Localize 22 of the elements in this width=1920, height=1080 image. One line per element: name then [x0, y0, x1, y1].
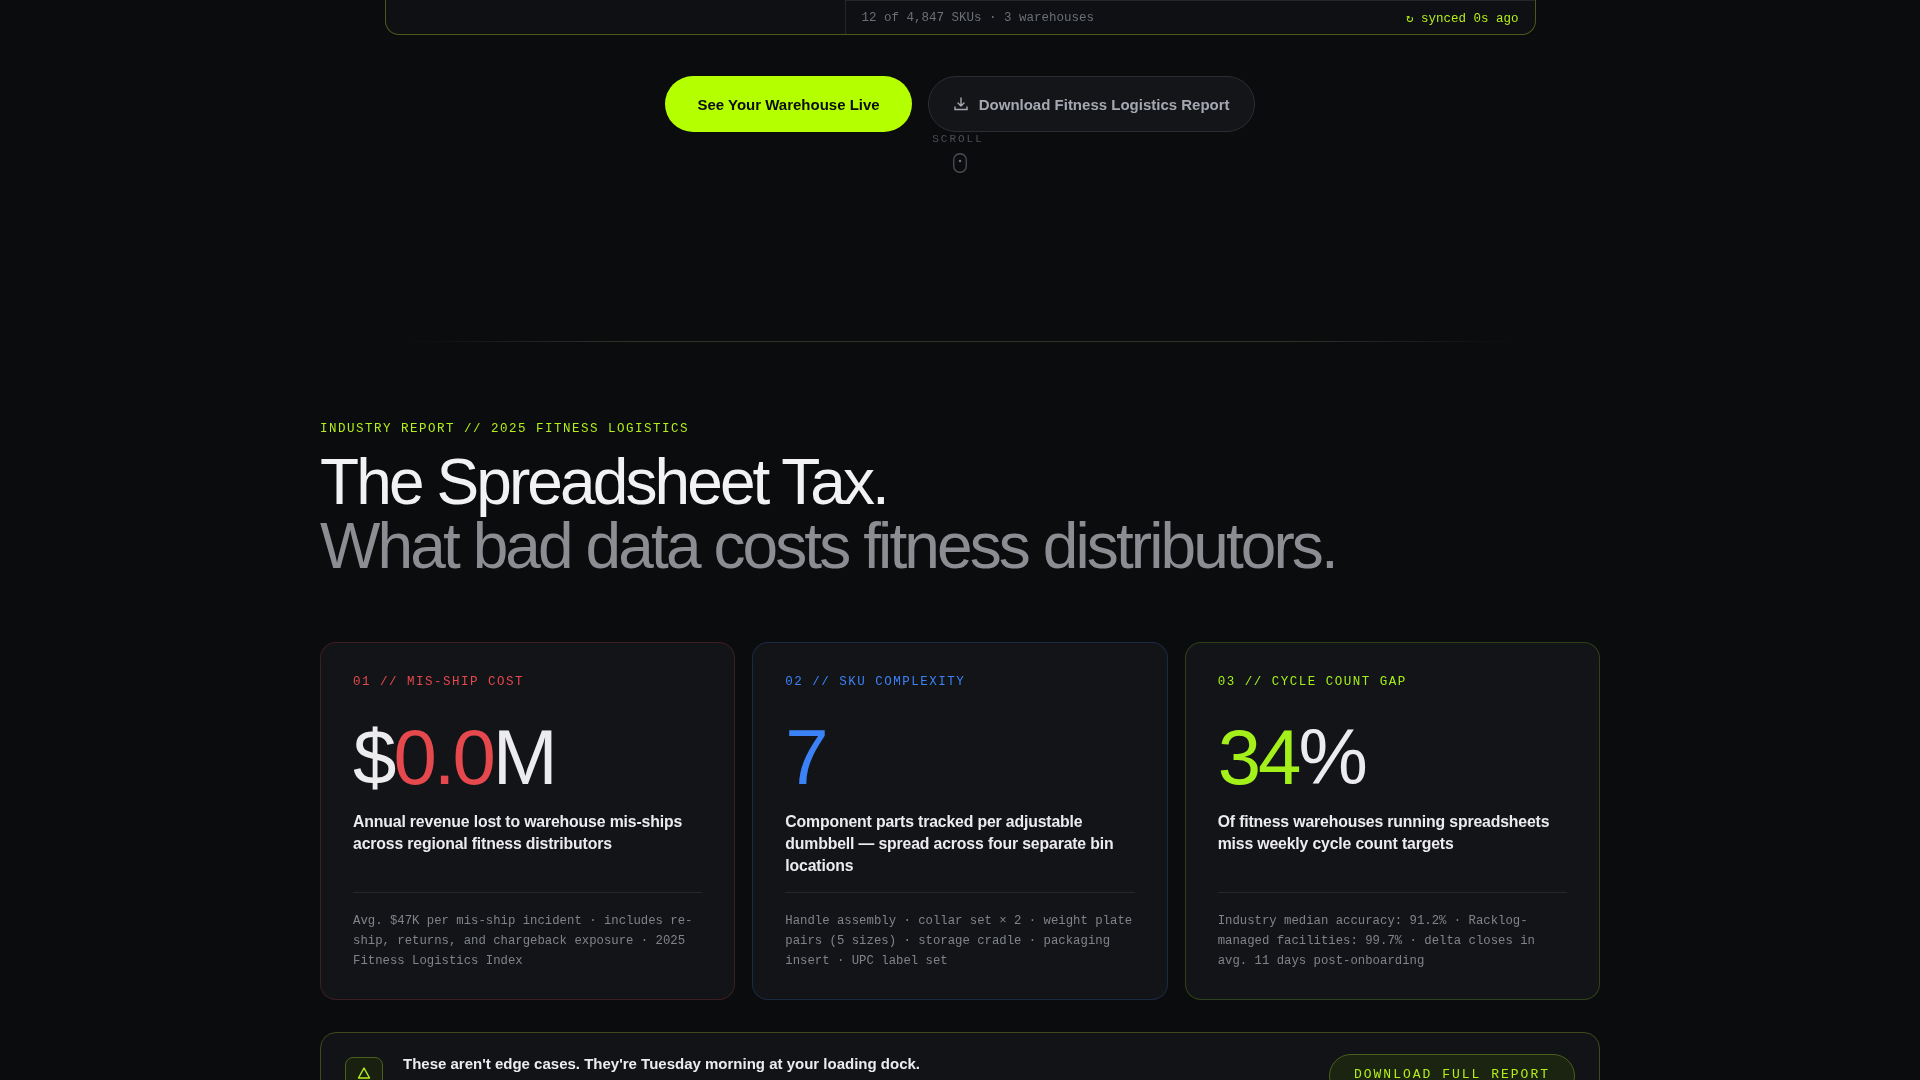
stat-footnote: Handle assembly · collar set × 2 · weight plate pairs (5 sizes) · storage cradle · packaging insert · UPC label set	[785, 913, 1134, 970]
stat-value: 7	[785, 713, 827, 797]
stat-description: Component parts tracked per adjustable dumbbell — spread across four separate bin locations	[785, 812, 1115, 876]
stat-value: $0.0M	[353, 713, 556, 797]
download-icon	[952, 96, 969, 112]
stat-description: Of fitness warehouses running spreadsheets miss weekly cycle count targets	[1217, 812, 1551, 854]
sku-count: 12 of 4,847 SKUs · 3 warehouses	[861, 10, 1095, 25]
callout-message: These aren't edge cases. They're Tuesday morning at your loading dock.	[403, 1055, 921, 1072]
live-demo-button[interactable]: See Your Warehouse Live	[665, 76, 912, 132]
scroll-label: SCROLL	[932, 133, 984, 145]
stat-label: 03 // CYCLE COUNT GAP	[1217, 675, 1408, 689]
sync-status: ↻ synced 0s ago	[1405, 10, 1519, 26]
stat-value: 34%	[1217, 713, 1366, 797]
download-report-button[interactable]: Download Fitness Logistics Report	[927, 76, 1255, 132]
stat-label: 01 // MIS-SHIP COST	[353, 675, 526, 689]
stat-label: 02 // SKU COMPLEXITY	[785, 675, 967, 689]
stat-footnote: Avg. $47K per mis-ship incident · includes re-ship, returns, and chargeback exposure · 2025 Fitness Logistics Index	[353, 913, 694, 970]
full-report-button[interactable]: DOWNLOAD FULL REPORT	[1328, 1054, 1575, 1080]
mouse-icon	[953, 153, 967, 173]
stat-footnote: Industry median accuracy: 91.2% · Racklog-managed facilities: 99.7% · delta closes in avg. 11 days post-onboarding	[1217, 913, 1536, 970]
section-eyebrow: INDUSTRY REPORT // 2025 FITNESS LOGISTICS	[320, 422, 691, 436]
stat-description: Annual revenue lost to warehouse mis-ships across regional fitness distributors	[353, 812, 684, 854]
